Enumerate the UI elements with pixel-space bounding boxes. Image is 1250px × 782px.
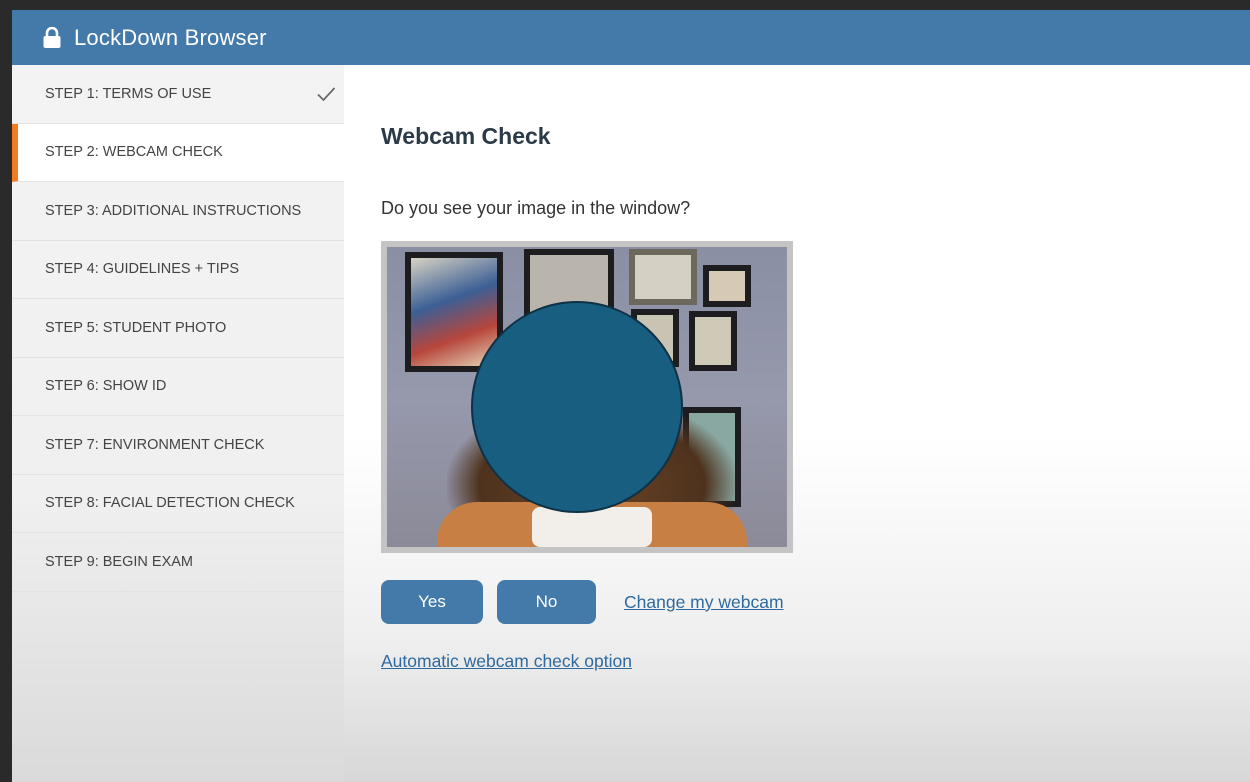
steps-sidebar: STEP 1: TERMS OF USE STEP 2: WEBCAM CHEC…	[12, 65, 344, 782]
step-label: STEP 5: STUDENT PHOTO	[45, 319, 227, 336]
lockdown-browser-window: LockDown Browser STEP 1: TERMS OF USE ST…	[12, 10, 1250, 782]
webcam-actions: Yes No Change my webcam	[381, 580, 1250, 624]
app-title: LockDown Browser	[74, 24, 267, 50]
no-button[interactable]: No	[497, 580, 596, 624]
step-label: STEP 6: SHOW ID	[45, 378, 167, 395]
step-label: STEP 8: FACIAL DETECTION CHECK	[45, 495, 295, 512]
webcam-preview	[381, 241, 793, 553]
sidebar-step-environment-check[interactable]: STEP 7: ENVIRONMENT CHECK	[12, 416, 344, 475]
lock-icon	[43, 26, 61, 48]
title-bar: LockDown Browser	[12, 10, 1250, 65]
webcam-question: Do you see your image in the window?	[381, 198, 691, 218]
automatic-webcam-check-link[interactable]: Automatic webcam check option	[381, 651, 632, 672]
main-content: Webcam Check Do you see your image in th…	[344, 65, 1250, 782]
wall-picture-frame	[689, 311, 737, 371]
step-label: STEP 7: ENVIRONMENT CHECK	[45, 436, 265, 453]
sidebar-step-facial-detection-check[interactable]: STEP 8: FACIAL DETECTION CHECK	[12, 475, 344, 533]
face-redaction-circle	[471, 301, 683, 513]
yes-button[interactable]: Yes	[381, 580, 483, 624]
sidebar-step-webcam-check[interactable]: STEP 2: WEBCAM CHECK	[12, 123, 344, 182]
checkmark-icon	[317, 87, 336, 102]
sidebar-step-terms-of-use[interactable]: STEP 1: TERMS OF USE	[12, 65, 344, 124]
sidebar-step-student-photo[interactable]: STEP 5: STUDENT PHOTO	[12, 299, 344, 358]
sidebar-step-show-id[interactable]: STEP 6: SHOW ID	[12, 358, 344, 416]
step-label: STEP 9: BEGIN EXAM	[45, 553, 194, 570]
webcam-feed	[387, 247, 787, 547]
page-title: Webcam Check	[381, 123, 551, 149]
webcam-subject-neck	[532, 507, 652, 547]
step-label: STEP 4: GUIDELINES + TIPS	[45, 261, 240, 278]
wall-picture-frame	[703, 265, 751, 307]
sidebar-step-begin-exam[interactable]: STEP 9: BEGIN EXAM	[12, 533, 344, 592]
change-webcam-link[interactable]: Change my webcam	[624, 592, 784, 613]
step-label: STEP 1: TERMS OF USE	[45, 85, 212, 102]
sidebar-step-guidelines-tips[interactable]: STEP 4: GUIDELINES + TIPS	[12, 241, 344, 299]
step-label: STEP 3: ADDITIONAL INSTRUCTIONS	[45, 202, 302, 219]
step-label: STEP 2: WEBCAM CHECK	[45, 144, 223, 161]
sidebar-step-additional-instructions[interactable]: STEP 3: ADDITIONAL INSTRUCTIONS	[12, 182, 344, 241]
wall-picture-frame	[629, 249, 697, 305]
